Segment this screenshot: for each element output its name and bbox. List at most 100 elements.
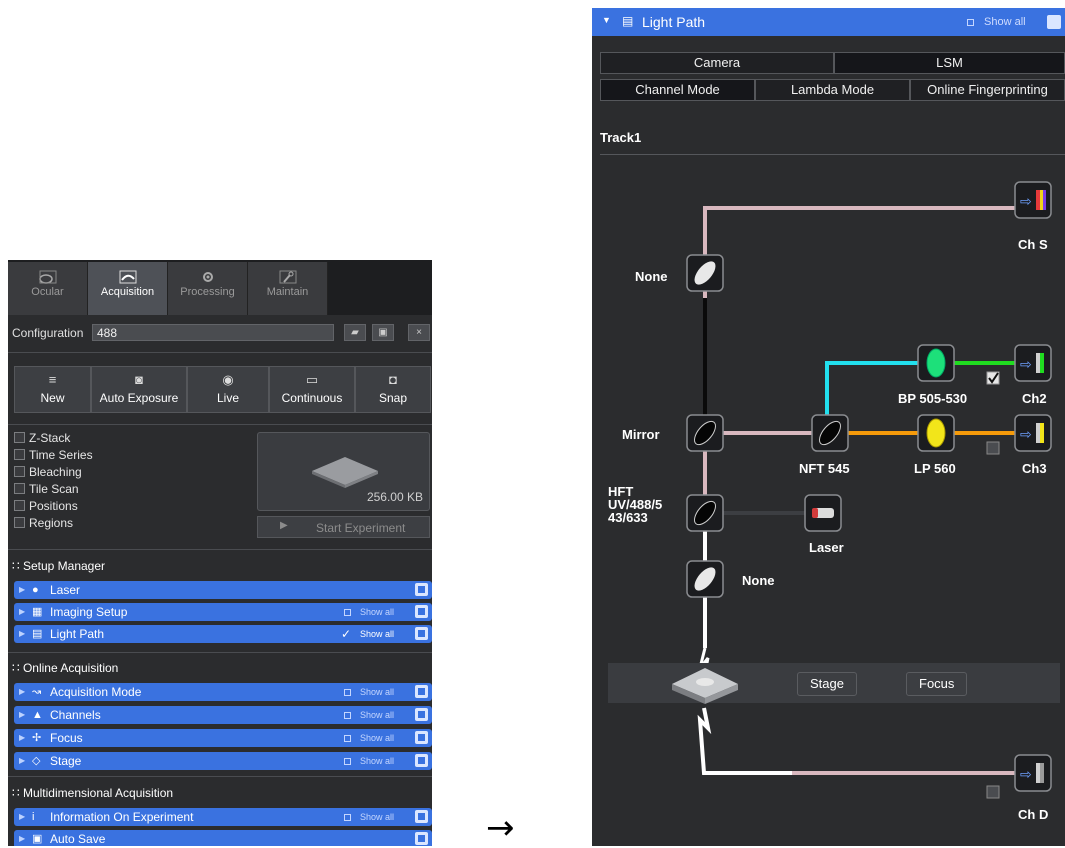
show-all-checkbox[interactable] [344,758,351,765]
show-all-checkbox[interactable] [344,712,351,719]
label-lp-560: LP 560 [914,461,956,476]
checkbox-label: Tile Scan [29,482,79,496]
expand-icon[interactable]: ▶ [19,752,25,770]
delete-config-button[interactable]: × [408,324,430,341]
tab-processing[interactable]: Processing [168,262,248,315]
configuration-field[interactable]: 488 [92,324,334,341]
detector-ch-d[interactable]: ⇨ [1014,754,1052,792]
regions-checkbox[interactable]: Regions [14,516,73,530]
popout-icon[interactable] [415,832,428,845]
show-all-check-icon[interactable]: ✓ [341,625,351,643]
mirror-main[interactable] [686,414,724,452]
tool-auto-save[interactable]: ▶ ▣ Auto Save [14,830,432,846]
show-all-checkbox[interactable] [344,735,351,742]
tool-channels[interactable]: ▶ ▲ Channels Show all [14,706,432,724]
checkbox-box[interactable] [14,483,25,494]
camera-icon: ◙ [135,372,143,387]
popout-icon[interactable] [415,731,428,744]
tool-stage[interactable]: ▶ ◇ Stage Show all [14,752,432,770]
laser-icon[interactable] [804,494,842,532]
mirror-none-top[interactable] [686,254,724,292]
mirror-none-bottom[interactable] [686,560,724,598]
tool-acquisition-mode[interactable]: ▶ ↝ Acquisition Mode Show all [14,683,432,701]
stage-icon: ◇ [32,755,41,767]
configuration-label: Configuration [12,326,84,340]
show-all-checkbox[interactable] [344,609,351,616]
tool-label: Information On Experiment [50,810,194,824]
popout-icon[interactable] [415,685,428,698]
tab-maintain[interactable]: Maintain [248,262,328,315]
save-config-button[interactable]: ▣ [372,324,394,341]
tool-label: Stage [50,754,82,768]
detector-ch-s[interactable]: ⇨ [1014,181,1052,219]
expand-icon[interactable]: ▶ [19,625,25,643]
new-button[interactable]: ≡ New [14,366,91,413]
z-stack-checkbox[interactable]: Z-Stack [14,431,70,445]
tab-bar: Ocular Acquisition Processing Maintain [8,260,432,315]
tool-focus[interactable]: ▶ ✢ Focus Show all [14,729,432,747]
time-series-checkbox[interactable]: Time Series [14,448,93,462]
show-all-label: Show all [360,710,395,720]
show-all-checkbox[interactable] [344,814,351,821]
gear-icon [202,272,213,282]
popout-icon[interactable] [415,583,428,596]
popout-icon[interactable] [415,810,428,823]
checkbox-box[interactable] [14,517,25,528]
tool-imaging-setup[interactable]: ▶ ▦ Imaging Setup Show all [14,603,432,621]
divider [8,549,432,550]
label-none-top: None [635,269,668,284]
file-size: 256.00 KB [366,490,423,504]
focus-icon: ✢ [32,732,42,744]
tool-label: Laser [50,583,81,597]
detector-ch2[interactable]: ⇨ [1014,344,1052,382]
expand-icon[interactable]: ▶ [19,706,25,724]
tab-acquisition[interactable]: Acquisition [88,262,168,315]
open-config-button[interactable]: ▰ [344,324,366,341]
expand-icon[interactable]: ▶ [19,603,25,621]
hft-beamsplitter[interactable] [686,494,724,532]
checkbox-box[interactable] [14,466,25,477]
checkbox-label: Bleaching [29,465,82,479]
continuous-button[interactable]: ▭ Continuous [269,366,355,413]
button-label: Live [216,391,239,405]
snap-button[interactable]: ◘ Snap [355,366,431,413]
popout-icon[interactable] [415,605,428,618]
auto-exposure-button[interactable]: ◙ Auto Exposure [91,366,187,413]
divider [8,424,432,425]
show-all-checkbox[interactable] [344,689,351,696]
popout-icon[interactable] [415,754,428,767]
checkbox-box[interactable] [14,432,25,443]
label-ch3: Ch3 [1022,461,1047,476]
tool-information-on-experiment[interactable]: ▶ i Information On Experiment Show all [14,808,432,826]
section-multidimensional-acquisition: ∷ Multidimensional Acquisition [12,786,173,800]
live-button[interactable]: ◉ Live [187,366,269,413]
expand-icon[interactable]: ▶ [19,581,25,599]
positions-checkbox[interactable]: Positions [14,499,78,513]
expand-icon[interactable]: ▶ [19,729,25,747]
stage-button[interactable]: Stage [797,672,857,696]
start-experiment-button[interactable]: ▶ Start Experiment [257,516,430,538]
svg-text:⇨: ⇨ [1020,427,1032,443]
tool-light-path[interactable]: ▶ ▤ Light Path ✓ Show all [14,625,432,643]
light-path-diagram: ⇨ ⇨ ⇨ ⇨ [608,181,1060,799]
popout-icon[interactable] [415,708,428,721]
tool-laser[interactable]: ▶ ● Laser [14,581,432,599]
nft-545-beamsplitter[interactable] [811,414,849,452]
tab-ocular[interactable]: Ocular [8,262,88,315]
list-icon: ≡ [48,372,57,387]
expand-icon[interactable]: ▶ [19,683,25,701]
popout-icon[interactable] [415,627,428,640]
ch3-checkbox[interactable] [986,441,1000,455]
expand-icon[interactable]: ▶ [19,830,25,846]
checkbox-box[interactable] [14,449,25,460]
expand-icon[interactable]: ▶ [19,808,25,826]
focus-button[interactable]: Focus [906,672,968,696]
lp-560-filter[interactable] [917,414,955,452]
video-icon: ▭ [305,372,319,387]
bp-505-530-filter[interactable] [917,344,955,382]
detector-ch3[interactable]: ⇨ [1014,414,1052,452]
ch-d-checkbox[interactable] [986,785,1000,799]
tile-scan-checkbox[interactable]: Tile Scan [14,482,79,496]
bleaching-checkbox[interactable]: Bleaching [14,465,82,479]
checkbox-box[interactable] [14,500,25,511]
